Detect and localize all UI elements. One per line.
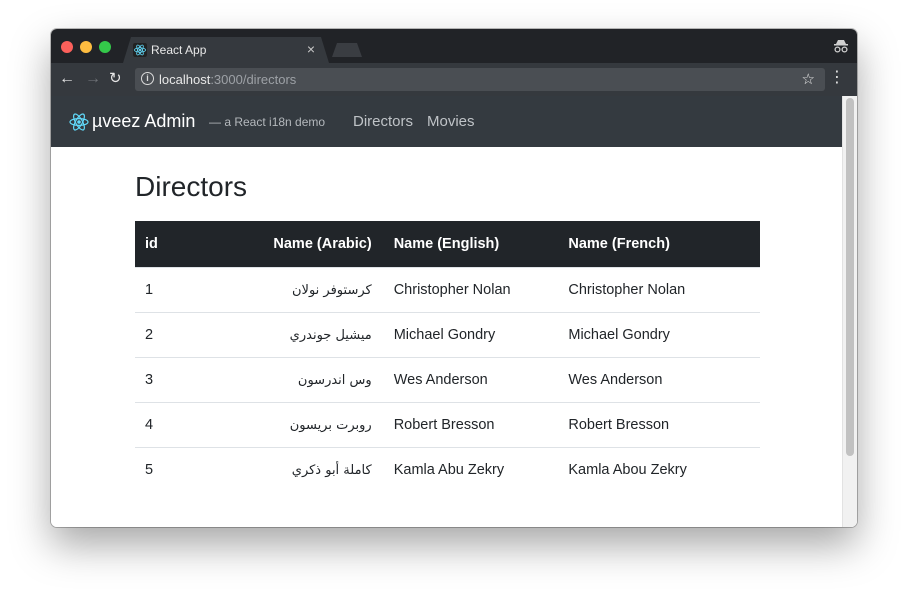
browser-toolbar: ← → ↻ i localhost:3000/directors ☆ ⋮ <box>51 63 857 96</box>
url-text[interactable]: localhost:3000/directors <box>159 72 296 87</box>
close-window-button[interactable] <box>61 41 73 53</box>
zoom-window-button[interactable] <box>99 41 111 53</box>
cell-name-arabic: وس اندرسون <box>186 357 384 403</box>
cell-name-arabic: كاملة أبو ذكري <box>186 447 384 492</box>
column-header-english[interactable]: Name (English) <box>383 221 559 268</box>
more-vert-icon[interactable]: ⋮ <box>829 69 845 87</box>
tab-title: React App <box>151 43 207 57</box>
cell-id: 4 <box>135 402 187 448</box>
cell-name-french: Christopher Nolan <box>558 267 760 313</box>
table-row: 5 كاملة أبو ذكري Kamla Abu Zekry Kamla A… <box>135 447 760 492</box>
table-row: 1 كرستوفر نولان Christopher Nolan Christ… <box>135 267 760 313</box>
cell-name-french: Robert Bresson <box>558 402 760 448</box>
cell-name-arabic: كرستوفر نولان <box>186 267 384 313</box>
table-row: 4 روبرت بريسون Robert Bresson Robert Bre… <box>135 402 760 448</box>
column-header-id[interactable]: id <box>135 221 187 268</box>
table-header-row: id Name (Arabic) Name (English) Name (Fr… <box>135 221 760 268</box>
cell-name-english: Robert Bresson <box>383 402 559 448</box>
tab-strip: React App × <box>51 29 857 63</box>
incognito-icon <box>834 40 848 53</box>
page-viewport: µveez Admin — a React i18n demo Director… <box>51 96 857 527</box>
url-host: localhost <box>159 72 211 87</box>
cell-name-arabic: روبرت بريسون <box>186 402 384 448</box>
cell-id: 2 <box>135 312 187 358</box>
cell-name-english: Michael Gondry <box>383 312 559 358</box>
cell-name-english: Kamla Abu Zekry <box>383 447 559 492</box>
column-header-french[interactable]: Name (French) <box>558 221 760 268</box>
nav-link-movies[interactable]: Movies <box>427 113 475 130</box>
table-row: 2 ميشيل جوندري Michael Gondry Michael Go… <box>135 312 760 358</box>
close-icon[interactable]: × <box>307 41 315 57</box>
react-favicon-icon <box>133 43 147 57</box>
cell-name-arabic: ميشيل جوندري <box>186 312 384 358</box>
new-tab-button[interactable] <box>332 43 362 57</box>
app-navbar: µveez Admin — a React i18n demo Director… <box>51 96 843 147</box>
brand-tagline: — a React i18n demo <box>209 115 326 129</box>
cell-name-french: Kamla Abou Zekry <box>558 447 760 492</box>
cell-id: 1 <box>135 267 187 313</box>
browser-tab[interactable]: React App × <box>123 37 329 63</box>
back-arrow-icon[interactable]: ← <box>59 69 75 89</box>
nav-link-directors[interactable]: Directors <box>353 113 413 130</box>
directors-table: id Name (Arabic) Name (English) Name (Fr… <box>135 221 760 492</box>
column-header-arabic[interactable]: Name (Arabic) <box>186 221 384 268</box>
address-bar[interactable]: i localhost:3000/directors ☆ <box>135 68 825 91</box>
cell-name-french: Wes Anderson <box>558 357 760 403</box>
info-icon[interactable]: i <box>141 72 154 85</box>
reload-icon[interactable]: ↻ <box>109 69 122 89</box>
cell-id: 3 <box>135 357 187 403</box>
cell-name-english: Christopher Nolan <box>383 267 559 313</box>
url-path: :3000/directors <box>210 72 297 87</box>
vertical-scrollbar[interactable] <box>842 96 857 527</box>
page-title: Directors <box>135 171 248 202</box>
scrollbar-thumb[interactable] <box>846 98 854 456</box>
star-icon[interactable]: ☆ <box>802 70 815 88</box>
cell-name-english: Wes Anderson <box>383 357 559 403</box>
forward-arrow-icon[interactable]: → <box>85 69 101 89</box>
browser-window: React App × ← → ↻ i localhost:3000/direc… <box>51 29 857 527</box>
cell-id: 5 <box>135 447 187 492</box>
cell-name-french: Michael Gondry <box>558 312 760 358</box>
table-row: 3 وس اندرسون Wes Anderson Wes Anderson <box>135 357 760 403</box>
minimize-window-button[interactable] <box>80 41 92 53</box>
react-logo-icon[interactable] <box>69 112 89 132</box>
brand-name[interactable]: µveez Admin <box>92 111 195 132</box>
